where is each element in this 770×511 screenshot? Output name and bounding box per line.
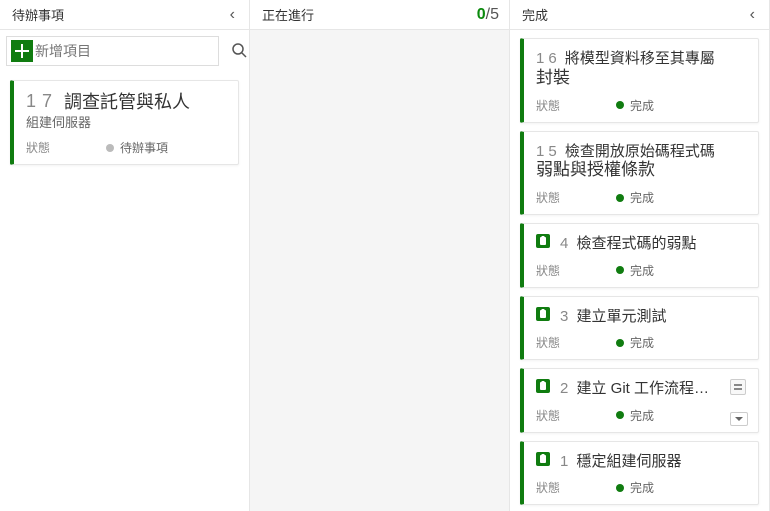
card-title: 16 將模型資料移至其專屬 xyxy=(536,49,715,69)
clipboard-icon xyxy=(536,234,550,248)
card-number: 2 xyxy=(560,380,572,397)
done-list: 16 將模型資料移至其專屬封裝狀態完成15 檢查開放原始碼程式碼弱點與授權條款狀… xyxy=(510,30,769,511)
wip-limit: 0/5 xyxy=(477,6,499,24)
card-number: 4 xyxy=(560,235,572,252)
new-item-input[interactable] xyxy=(33,41,218,61)
kanban-board: 待辦事項 ‹ 17調查託管與私人組建伺服器狀態待辦事項 正在進行 0/5 xyxy=(0,0,770,511)
collapse-icon[interactable]: ‹ xyxy=(746,6,759,24)
card-state-row: 狀態 完成 xyxy=(536,407,746,424)
state-value: 完成 xyxy=(616,97,654,114)
card-title: 4 檢查程式碼的弱點 xyxy=(560,234,697,254)
column-header-done: 完成 ‹ xyxy=(510,0,769,30)
column-wip: 正在進行 0/5 xyxy=(250,0,510,511)
card-title-row: 17 調查託管與私人 xyxy=(26,91,226,114)
add-button[interactable] xyxy=(11,40,33,62)
state-value: 完成 xyxy=(616,189,654,206)
state-dot-icon xyxy=(616,101,624,109)
column-header-wip: 正在進行 0/5 xyxy=(250,0,509,30)
add-item-row xyxy=(0,30,249,72)
card-state-row: 狀態 完成 xyxy=(536,262,746,279)
card-number: 1 xyxy=(560,453,572,470)
state-dot-icon xyxy=(616,484,624,492)
state-dot-icon xyxy=(616,194,624,202)
state-value: 完成 xyxy=(616,407,654,424)
search-icon[interactable] xyxy=(225,42,253,61)
card-state-row: 狀態 完成 xyxy=(536,334,746,351)
card-number: 16 xyxy=(536,50,561,67)
state-label: 狀態 xyxy=(536,262,596,279)
state-dot-icon xyxy=(616,411,624,419)
card-title-row: 3 建立單元測試 xyxy=(536,307,746,327)
card[interactable]: 16 將模型資料移至其專屬封裝狀態 完成 xyxy=(520,38,759,123)
new-item-field-wrap xyxy=(6,36,219,66)
state-label: 狀態 xyxy=(26,139,86,156)
state-dot-icon xyxy=(106,144,114,152)
card-number: 15 xyxy=(536,143,561,160)
card-title-row: 4 檢查程式碼的弱點 xyxy=(536,234,746,254)
card-state-row: 狀態 完成 xyxy=(536,479,746,496)
card-title-row: 1 穩定組建伺服器 xyxy=(536,452,746,472)
expand-button[interactable] xyxy=(730,412,748,426)
state-value: 完成 xyxy=(616,479,654,496)
clipboard-icon xyxy=(536,307,550,321)
state-label: 狀態 xyxy=(536,334,596,351)
clipboard-icon xyxy=(536,379,550,393)
card-title-row: 2 建立 Git 工作流程… xyxy=(536,379,746,399)
state-dot-icon xyxy=(616,339,624,347)
card-state-row: 狀態 完成 xyxy=(536,189,746,206)
card-title: 調查託管與私人 xyxy=(64,91,226,114)
column-backlog: 待辦事項 ‹ 17 調查託管與私人組建伺服器狀態 待辦事項 xyxy=(0,0,250,511)
card[interactable]: 2 建立 Git 工作流程… 狀態 完成 xyxy=(520,368,759,433)
state-label: 狀態 xyxy=(536,189,596,206)
card-state-row: 狀態 完成 xyxy=(536,97,746,114)
column-title: 完成 xyxy=(522,5,548,24)
card[interactable]: 3 建立單元測試狀態 完成 xyxy=(520,296,759,361)
state-label: 狀態 xyxy=(536,407,596,424)
collapse-icon[interactable]: ‹ xyxy=(226,6,239,24)
card-number: 17 xyxy=(26,91,58,113)
card-number: 3 xyxy=(560,308,572,325)
column-title: 待辦事項 xyxy=(12,5,64,24)
state-value: 完成 xyxy=(616,262,654,279)
card-title-row: 16 將模型資料移至其專屬 xyxy=(536,49,746,69)
card[interactable]: 17 調查託管與私人組建伺服器狀態 待辦事項 xyxy=(10,80,239,165)
card-title: 1 穩定組建伺服器 xyxy=(560,452,682,472)
card-subtitle: 組建伺服器 xyxy=(26,112,226,131)
state-label: 狀態 xyxy=(536,97,596,114)
column-done: 完成 ‹ 16 將模型資料移至其專屬封裝狀態完成15 檢查開放原始碼程式碼弱點與… xyxy=(510,0,770,511)
card-subtitle: 封裝 xyxy=(536,67,746,89)
edit-icon[interactable] xyxy=(730,379,746,395)
backlog-list: 17 調查託管與私人組建伺服器狀態 待辦事項 xyxy=(0,72,249,511)
state-dot-icon xyxy=(616,266,624,274)
column-title: 正在進行 xyxy=(262,5,314,24)
wip-list xyxy=(250,30,509,511)
card-title: 3 建立單元測試 xyxy=(560,307,667,327)
clipboard-icon xyxy=(536,452,550,466)
state-value: 完成 xyxy=(616,334,654,351)
card[interactable]: 1 穩定組建伺服器狀態 完成 xyxy=(520,441,759,506)
card[interactable]: 15 檢查開放原始碼程式碼弱點與授權條款狀態完成 xyxy=(520,131,759,216)
column-header-backlog: 待辦事項 ‹ xyxy=(0,0,249,30)
card-title: 2 建立 Git 工作流程… xyxy=(560,379,709,399)
card[interactable]: 4 檢查程式碼的弱點狀態 完成 xyxy=(520,223,759,288)
card-subtitle: 弱點與授權條款 xyxy=(536,159,746,181)
plus-icon xyxy=(15,44,29,58)
state-value: 待辦事項 xyxy=(106,139,168,156)
state-label: 狀態 xyxy=(536,479,596,496)
card-state-row: 狀態 待辦事項 xyxy=(26,139,226,156)
